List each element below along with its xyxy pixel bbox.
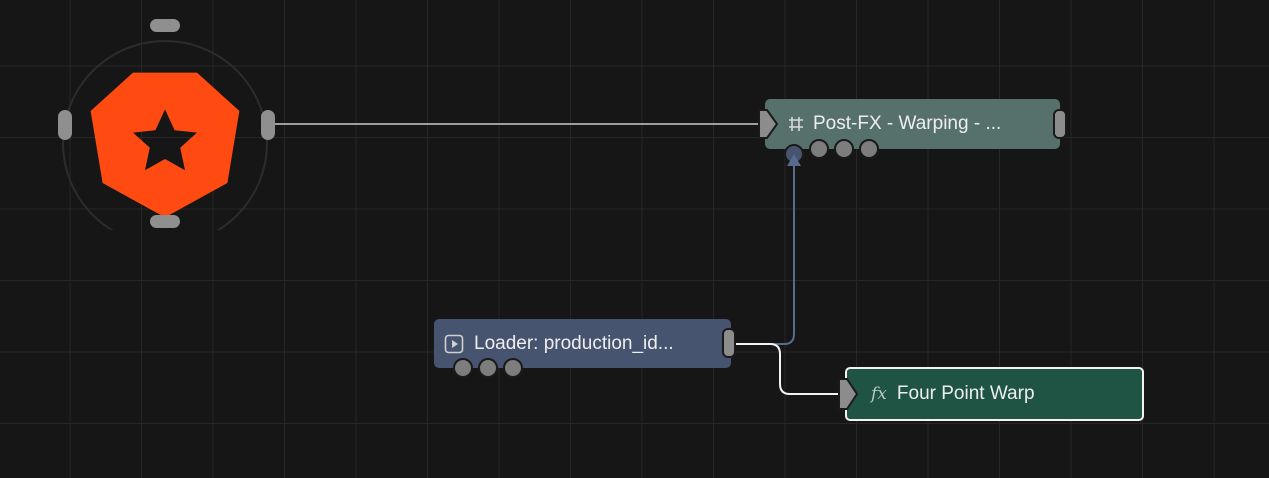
root-right-port[interactable] — [261, 110, 275, 140]
loader-output-port[interactable] — [722, 328, 736, 358]
fx-icon: fx — [871, 384, 887, 404]
loader-port-dot[interactable] — [453, 358, 473, 378]
loader-extra-ports — [453, 358, 523, 378]
postfx-node-label: Post-FX - Warping - ... — [813, 113, 1002, 134]
loader-port-dot[interactable] — [503, 358, 523, 378]
root-left-port[interactable] — [58, 110, 72, 140]
orange-gear-star-logo — [90, 72, 240, 218]
loader-port-dot[interactable] — [478, 358, 498, 378]
postfx-output-port[interactable] — [1053, 109, 1067, 139]
postfx-extra-ports — [809, 139, 879, 159]
root-bottom-port[interactable] — [150, 215, 180, 228]
root-node[interactable] — [58, 18, 275, 230]
wire-loader-to-warp[interactable] — [736, 343, 842, 395]
postfx-secondary-input-port[interactable] — [784, 144, 804, 168]
play-icon — [444, 334, 464, 354]
warp-node-label: Four Point Warp — [896, 383, 1035, 404]
loader-node-label: Loader: production_id... — [474, 332, 674, 354]
root-top-port[interactable] — [150, 19, 180, 32]
postfx-port-dot[interactable] — [859, 139, 879, 159]
hash-icon — [787, 115, 805, 133]
warp-input-port[interactable] — [837, 377, 859, 411]
wire-loader-to-postfx[interactable] — [736, 160, 795, 345]
four-point-warp-node[interactable]: fx Four Point Warp — [845, 367, 1144, 421]
postfx-port-dot[interactable] — [809, 139, 829, 159]
node-graph-canvas[interactable]: Post-FX - Warping - ... Loader: producti… — [0, 0, 1269, 478]
postfx-input-port[interactable] — [757, 108, 779, 140]
postfx-port-dot[interactable] — [834, 139, 854, 159]
